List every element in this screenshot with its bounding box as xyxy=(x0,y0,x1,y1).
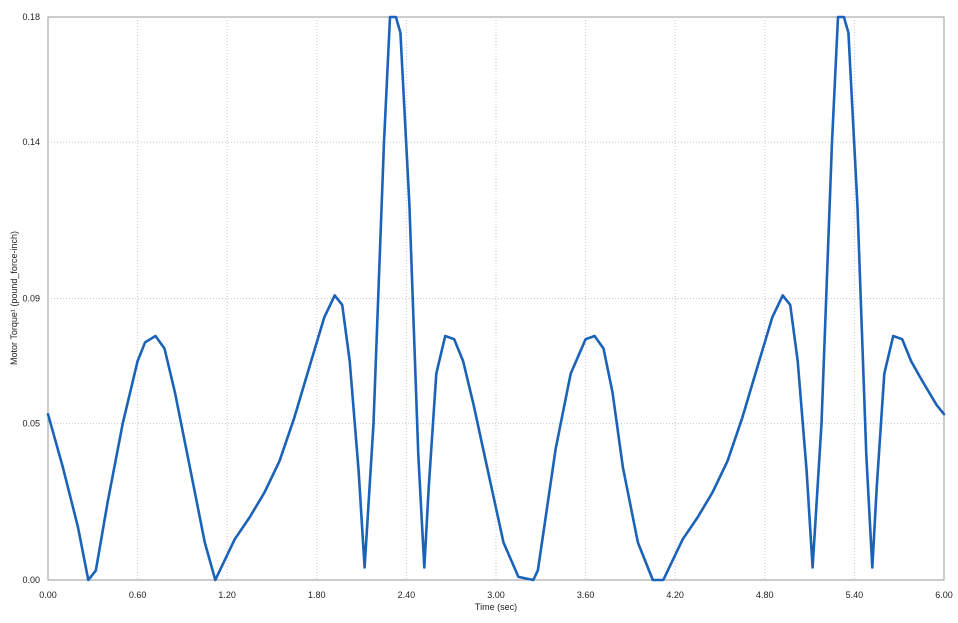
x-axis-title: Time (sec) xyxy=(475,602,517,612)
x-tick-label: 3.00 xyxy=(487,590,505,600)
x-tick-label: 1.20 xyxy=(218,590,236,600)
y-tick-label: 0.09 xyxy=(22,294,40,304)
line-chart: 0.00 0.60 1.20 1.80 2.40 3.00 3.60 4.20 4.80 5.40… xyxy=(9,12,953,612)
x-tick-label: 1.80 xyxy=(308,590,326,600)
x-tick-label: 3.60 xyxy=(577,590,595,600)
x-tick-label: 0.60 xyxy=(129,590,147,600)
x-tick-label: 5.40 xyxy=(846,590,864,600)
y-tick-label: 0.00 xyxy=(22,575,40,585)
y-tick-label: 0.14 xyxy=(22,137,40,147)
x-tick-label: 2.40 xyxy=(398,590,416,600)
y-tick-label: 0.05 xyxy=(22,419,40,429)
x-axis-ticks: 0.00 0.60 1.20 1.80 2.40 3.00 3.60 4.20 4.80 5.40… xyxy=(39,590,953,600)
x-tick-label: 0.00 xyxy=(39,590,57,600)
x-tick-label: 4.80 xyxy=(756,590,774,600)
y-axis-title: Motor Torque¹ (pound_force-inch) xyxy=(9,231,19,365)
y-axis-ticks: 0.00 0.05 0.09 0.14 0.18 xyxy=(22,12,40,585)
y-tick-label: 0.18 xyxy=(22,12,40,22)
chart-container: 0.00 0.60 1.20 1.80 2.40 3.00 3.60 4.20 4.80 5.40… xyxy=(0,0,958,623)
x-tick-label: 4.20 xyxy=(666,590,684,600)
x-tick-label: 6.00 xyxy=(935,590,953,600)
